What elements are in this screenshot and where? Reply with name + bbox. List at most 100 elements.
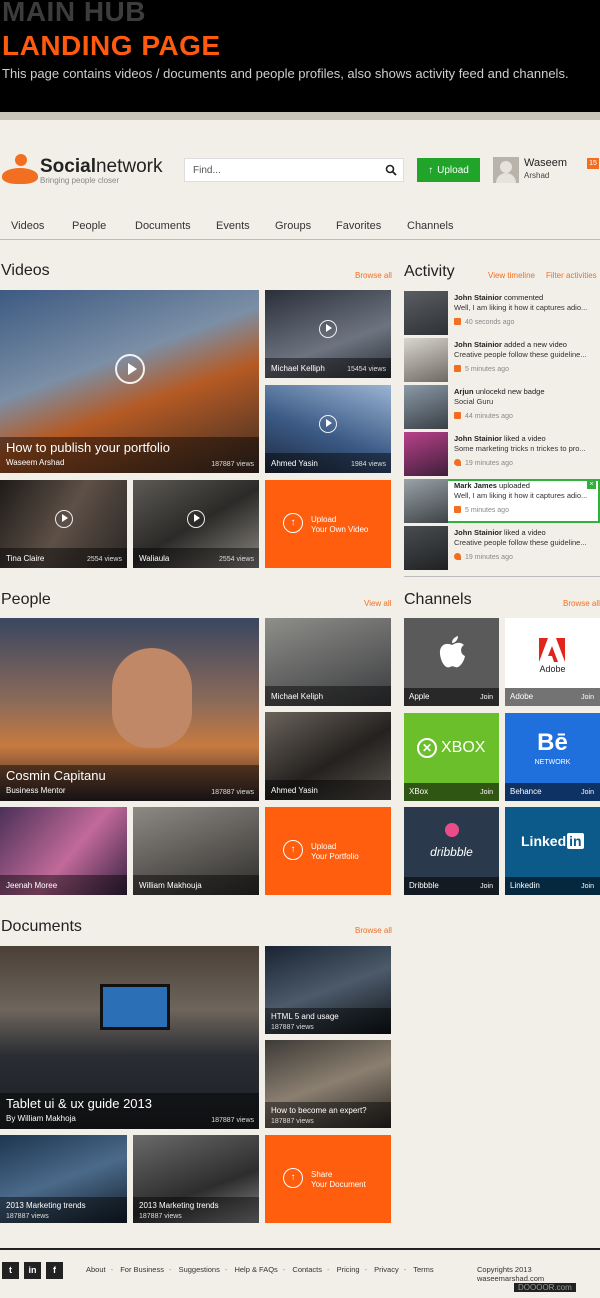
footer-link-terms[interactable]: Terms (413, 1265, 433, 1274)
linkedin-icon[interactable]: in (24, 1262, 41, 1279)
video-tile[interactable]: Tina Claire 2554 views (0, 480, 127, 568)
notification-badge[interactable]: 15 (587, 158, 599, 169)
footer-link-suggestions[interactable]: Suggestions (179, 1265, 220, 1274)
channel-xbox[interactable]: ✕ XBOX XBox Join (404, 713, 499, 801)
join-button[interactable]: Join (480, 789, 493, 796)
people-view-all-link[interactable]: View all (364, 599, 391, 608)
upload-button[interactable]: ↑ Upload (417, 158, 480, 182)
join-button[interactable]: Join (480, 883, 493, 890)
activity-item-highlighted[interactable]: Mark James uploaded Well, I am liking it… (404, 479, 600, 523)
search-input[interactable] (185, 159, 375, 181)
nav-item-channels[interactable]: Channels (407, 220, 453, 232)
dribbble-logo-text: dribbble (430, 845, 473, 859)
user-first-name[interactable]: Waseem (524, 157, 567, 169)
badge-icon (454, 412, 461, 419)
upload-portfolio-button[interactable]: ↑ Upload Your Portfolio (265, 807, 391, 895)
view-timeline-link[interactable]: View timeline (488, 271, 535, 280)
document-views: 187887 views (211, 1117, 254, 1124)
documents-heading: Documents (1, 918, 82, 935)
footer-link-privacy[interactable]: Privacy (374, 1265, 399, 1274)
play-icon[interactable] (115, 354, 145, 384)
person-tile[interactable]: Michael Keliph (265, 618, 391, 706)
video-tile-name: Waliaula (139, 554, 170, 563)
xbox-icon: ✕ (417, 738, 437, 758)
join-button[interactable]: Join (581, 694, 594, 701)
activity-item[interactable]: Arjun unlocekd new badge Social Guru 44 … (404, 385, 600, 429)
activity-item[interactable]: John Stainior liked a video Creative peo… (404, 526, 600, 570)
person-tile[interactable]: William Makhouja (133, 807, 259, 895)
play-icon[interactable] (187, 510, 205, 528)
nav-item-favorites[interactable]: Favorites (336, 220, 381, 232)
nav-item-people[interactable]: People (72, 220, 106, 232)
footer-links: About - For Business - Suggestions - Help &… (86, 1265, 434, 1274)
video-tile-views: 15454 views (347, 366, 386, 373)
footer-link-help[interactable]: Help & FAQs (234, 1265, 277, 1274)
nav-item-documents[interactable]: Documents (135, 220, 191, 232)
join-button[interactable]: Join (581, 789, 594, 796)
banner-description: This page contains videos / documents an… (2, 66, 569, 81)
activity-item[interactable]: John Stainior liked a video Some marketi… (404, 432, 600, 476)
activity-item[interactable]: John Stainior added a new video Creative… (404, 338, 600, 382)
channel-behance[interactable]: Bē NETWORK Behance Join (505, 713, 600, 801)
documents-browse-link[interactable]: Browse all (355, 926, 392, 935)
person-featured[interactable]: Cosmin Capitanu Business Mentor 187887 v… (0, 618, 259, 801)
upload-video-button[interactable]: ↑ Upload Your Own Video (265, 480, 391, 568)
document-featured[interactable]: Tablet ui & ux guide 2013 By William Mak… (0, 946, 259, 1129)
footer-link-business[interactable]: For Business (120, 1265, 164, 1274)
brand-tagline: Bringing people closer (40, 176, 120, 185)
videos-heading: Videos (1, 262, 50, 279)
upload-button-label: Upload (437, 164, 469, 176)
video-tile-name: Tina Claire (6, 554, 45, 563)
brand-name[interactable]: Socialnetwork (40, 156, 163, 178)
play-icon[interactable] (55, 510, 73, 528)
video-author: Waseem Arshad (6, 458, 65, 467)
join-button[interactable]: Join (581, 883, 594, 890)
upload-video-sublabel: Your Own Video (311, 525, 369, 534)
twitter-icon[interactable]: t (2, 1262, 19, 1279)
footer-link-pricing[interactable]: Pricing (337, 1265, 360, 1274)
share-document-button[interactable]: ↑ Share Your Document (265, 1135, 391, 1223)
document-tile[interactable]: 2013 Marketing trends 187887 views (0, 1135, 127, 1223)
channels-heading: Channels (404, 591, 472, 608)
logo-icon[interactable] (2, 154, 38, 184)
play-icon[interactable] (319, 415, 337, 433)
arrow-up-icon: ↑ (428, 164, 434, 176)
document-tile[interactable]: 2013 Marketing trends 187887 views (133, 1135, 259, 1223)
channel-dribbble[interactable]: dribbble Dribbble Join (404, 807, 499, 895)
close-icon[interactable]: × (587, 480, 596, 489)
activity-item[interactable]: John Stainior commented Well, I am likin… (404, 291, 600, 335)
channel-name: Linkedin (510, 881, 540, 890)
videos-browse-link[interactable]: Browse all (355, 271, 392, 280)
person-tile[interactable]: Ahmed Yasin (265, 712, 391, 800)
footer-link-about[interactable]: About (86, 1265, 106, 1274)
document-tile[interactable]: How to become an expert? 187887 views (265, 1040, 391, 1128)
search-icon[interactable] (385, 164, 397, 176)
video-tile[interactable]: Ahmed Yasin 1984 views (265, 385, 391, 473)
document-tile[interactable]: HTML 5 and usage 187887 views (265, 946, 391, 1034)
play-icon[interactable] (319, 320, 337, 338)
video-tile[interactable]: Michael Kelliph 15454 views (265, 290, 391, 378)
person-tile[interactable]: Jeenah Moree (0, 807, 127, 895)
tablet-image (100, 984, 170, 1030)
filter-activities-link[interactable]: Filter activities (546, 271, 597, 280)
nav-item-videos[interactable]: Videos (11, 220, 44, 232)
channel-name: Behance (510, 787, 542, 796)
channel-apple[interactable]: Apple Join (404, 618, 499, 706)
document-tile-title: How to become an expert? (271, 1106, 367, 1115)
person-tile-name: Jeenah Moree (6, 881, 58, 890)
video-featured[interactable]: How to publish your portfolio Waseem Ars… (0, 290, 259, 473)
people-heading: People (1, 591, 51, 608)
avatar (404, 338, 448, 382)
video-tile[interactable]: Waliaula 2554 views (133, 480, 259, 568)
nav-item-events[interactable]: Events (216, 220, 250, 232)
document-author: By William Makhoja (6, 1114, 76, 1123)
footer-link-contacts[interactable]: Contacts (292, 1265, 322, 1274)
channels-browse-link[interactable]: Browse all (563, 599, 600, 608)
user-avatar[interactable] (493, 157, 519, 183)
channel-linkedin[interactable]: Linked in Linkedin Join (505, 807, 600, 895)
facebook-icon[interactable]: f (46, 1262, 63, 1279)
nav-item-groups[interactable]: Groups (275, 220, 311, 232)
join-button[interactable]: Join (480, 694, 493, 701)
activity-text: Social Guru (454, 397, 494, 406)
channel-adobe[interactable]: Adobe Adobe Join (505, 618, 600, 706)
